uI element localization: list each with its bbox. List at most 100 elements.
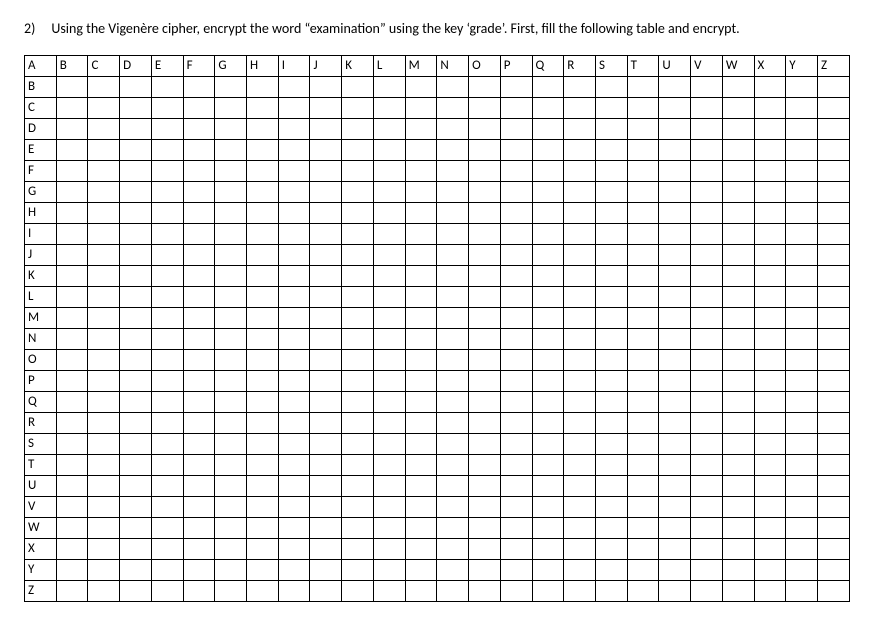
empty-cell (627, 245, 659, 266)
empty-cell (754, 203, 786, 224)
empty-cell (56, 350, 88, 371)
empty-cell (151, 287, 183, 308)
empty-cell (247, 476, 279, 497)
empty-cell (215, 392, 247, 413)
empty-cell (151, 119, 183, 140)
empty-cell (722, 287, 754, 308)
empty-cell (722, 434, 754, 455)
empty-cell (215, 539, 247, 560)
header-cell: L (373, 56, 405, 77)
empty-cell (342, 98, 374, 119)
empty-cell (595, 119, 627, 140)
empty-cell (754, 581, 786, 602)
empty-cell (437, 182, 469, 203)
empty-cell (88, 539, 120, 560)
empty-cell (627, 560, 659, 581)
empty-cell (564, 539, 596, 560)
empty-cell (215, 266, 247, 287)
empty-cell (754, 98, 786, 119)
header-cell: R (564, 56, 596, 77)
empty-cell (817, 518, 849, 539)
empty-cell (88, 581, 120, 602)
empty-cell (500, 329, 532, 350)
empty-cell (437, 203, 469, 224)
empty-cell (437, 371, 469, 392)
empty-cell (373, 518, 405, 539)
empty-cell (691, 455, 723, 476)
empty-cell (278, 518, 310, 539)
empty-cell (56, 476, 88, 497)
empty-cell (564, 161, 596, 182)
row-header-cell: W (25, 518, 57, 539)
empty-cell (595, 413, 627, 434)
empty-cell (310, 497, 342, 518)
empty-cell (627, 350, 659, 371)
empty-cell (564, 287, 596, 308)
empty-cell (437, 98, 469, 119)
empty-cell (659, 119, 691, 140)
empty-cell (278, 329, 310, 350)
empty-cell (373, 119, 405, 140)
empty-cell (88, 455, 120, 476)
empty-cell (373, 308, 405, 329)
empty-cell (817, 98, 849, 119)
empty-cell (437, 161, 469, 182)
empty-cell (405, 539, 437, 560)
table-row: I (25, 224, 850, 245)
empty-cell (817, 329, 849, 350)
empty-cell (754, 161, 786, 182)
empty-cell (342, 497, 374, 518)
empty-cell (278, 560, 310, 581)
empty-cell (215, 434, 247, 455)
empty-cell (437, 476, 469, 497)
empty-cell (56, 182, 88, 203)
empty-cell (817, 182, 849, 203)
table-header-row: ABCDEFGHIJKLMNOPQRSTUVWXYZ (25, 56, 850, 77)
empty-cell (754, 455, 786, 476)
empty-cell (532, 392, 564, 413)
empty-cell (310, 140, 342, 161)
row-header-cell: U (25, 476, 57, 497)
empty-cell (817, 413, 849, 434)
empty-cell (120, 119, 152, 140)
empty-cell (215, 329, 247, 350)
empty-cell (278, 287, 310, 308)
empty-cell (469, 371, 501, 392)
empty-cell (627, 224, 659, 245)
empty-cell (120, 308, 152, 329)
empty-cell (56, 245, 88, 266)
empty-cell (659, 161, 691, 182)
empty-cell (310, 455, 342, 476)
empty-cell (373, 266, 405, 287)
empty-cell (754, 308, 786, 329)
empty-cell (405, 371, 437, 392)
empty-cell (817, 140, 849, 161)
empty-cell (88, 140, 120, 161)
table-row: D (25, 119, 850, 140)
empty-cell (88, 182, 120, 203)
empty-cell (56, 98, 88, 119)
empty-cell (532, 329, 564, 350)
empty-cell (437, 224, 469, 245)
row-header-cell: Y (25, 560, 57, 581)
empty-cell (215, 560, 247, 581)
empty-cell (532, 350, 564, 371)
empty-cell (373, 455, 405, 476)
empty-cell (278, 350, 310, 371)
empty-cell (120, 497, 152, 518)
empty-cell (56, 161, 88, 182)
empty-cell (151, 182, 183, 203)
header-cell: O (469, 56, 501, 77)
empty-cell (247, 392, 279, 413)
empty-cell (469, 455, 501, 476)
empty-cell (627, 476, 659, 497)
empty-cell (500, 119, 532, 140)
empty-cell (183, 77, 215, 98)
empty-cell (786, 392, 818, 413)
empty-cell (722, 413, 754, 434)
table-row: B (25, 77, 850, 98)
empty-cell (691, 560, 723, 581)
empty-cell (151, 245, 183, 266)
empty-cell (151, 581, 183, 602)
empty-cell (342, 182, 374, 203)
